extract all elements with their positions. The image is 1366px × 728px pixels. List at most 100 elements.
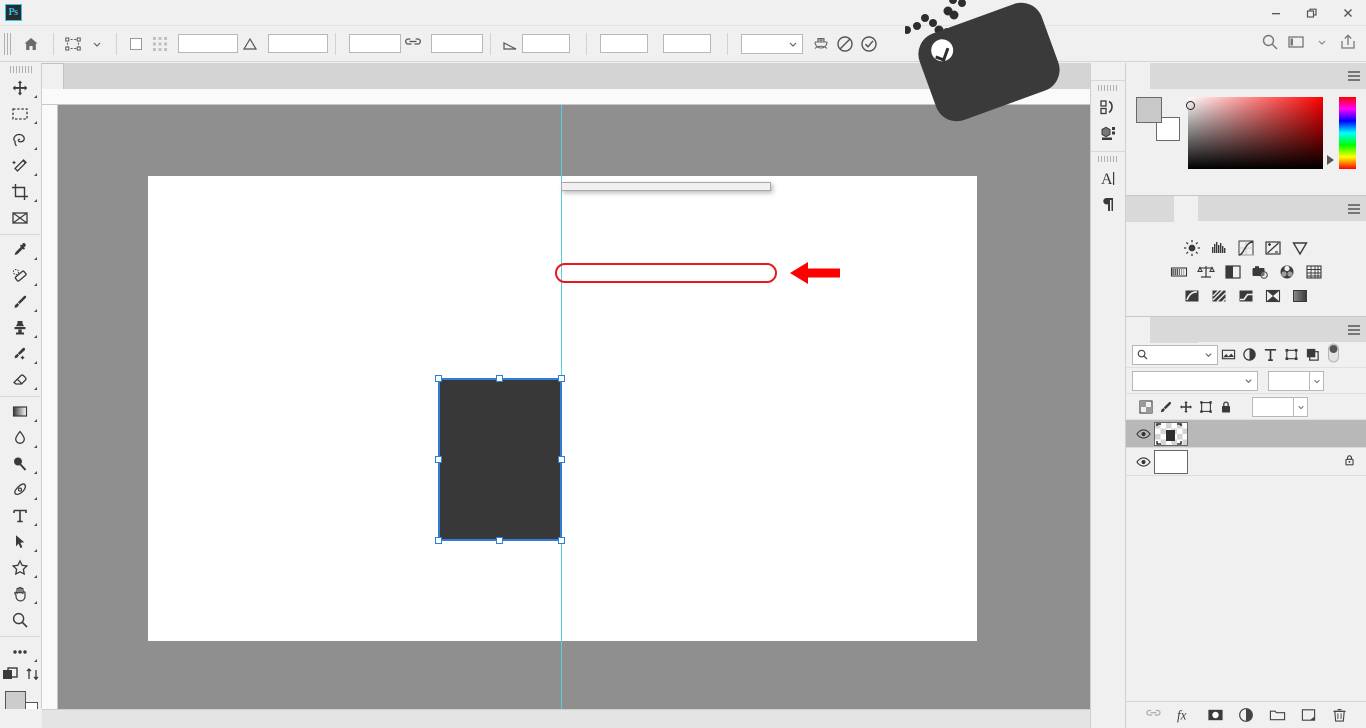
rectangular-marquee-tool[interactable] — [0, 101, 40, 127]
tab-layers[interactable] — [1126, 317, 1150, 343]
layer-visibility-icon[interactable] — [1132, 456, 1154, 468]
clone-stamp-tool[interactable] — [0, 315, 40, 341]
skew-v-field[interactable] — [663, 34, 711, 53]
layer-row-a[interactable] — [1126, 420, 1366, 448]
menu-type[interactable] — [114, 0, 134, 26]
tab-learn[interactable] — [1126, 196, 1150, 222]
lock-position-icon[interactable] — [1176, 397, 1196, 417]
menu-layer[interactable] — [94, 0, 114, 26]
dock-group-1-grip[interactable] — [1098, 85, 1118, 91]
lock-all-icon[interactable] — [1216, 397, 1236, 417]
color-panel-swatches[interactable] — [1136, 97, 1180, 141]
selective-color-icon[interactable] — [1290, 286, 1310, 306]
layer-thumbnail[interactable] — [1154, 421, 1188, 446]
relative-position-icon[interactable] — [238, 32, 262, 56]
lasso-tool[interactable] — [0, 127, 40, 153]
panel-menu-icon[interactable] — [1346, 196, 1362, 222]
dock-group-2-grip[interactable] — [1098, 156, 1118, 162]
vibrance-icon[interactable] — [1290, 238, 1310, 258]
handle-middle-right[interactable] — [558, 456, 565, 463]
menu-view[interactable] — [194, 0, 214, 26]
home-icon[interactable] — [16, 31, 46, 57]
levels-icon[interactable] — [1209, 238, 1229, 258]
hue-ramp-picker[interactable] — [1326, 155, 1334, 165]
exposure-icon[interactable] — [1263, 238, 1283, 258]
layer-style-icon[interactable]: fx — [1175, 706, 1193, 724]
document-canvas[interactable] — [148, 176, 977, 641]
menu-edit[interactable] — [54, 0, 74, 26]
options-bar-grip[interactable] — [4, 32, 13, 55]
handle-top-left[interactable] — [435, 375, 442, 382]
reference-point-checkbox[interactable] — [124, 32, 148, 56]
black-white-icon[interactable] — [1223, 262, 1243, 282]
handle-top-right[interactable] — [558, 375, 565, 382]
link-layers-icon[interactable] — [1144, 706, 1162, 724]
tab-adjustments[interactable] — [1174, 196, 1198, 222]
warp-toggle-icon[interactable] — [809, 32, 833, 56]
tools-panel-grip[interactable] — [9, 66, 32, 73]
x-field[interactable] — [178, 34, 238, 53]
crop-tool[interactable] — [0, 179, 40, 205]
angle-field[interactable] — [522, 34, 570, 53]
fill-chevron-down-icon[interactable] — [1294, 396, 1308, 417]
hue-ramp[interactable] — [1326, 97, 1357, 169]
handle-bottom-left[interactable] — [435, 537, 442, 544]
close-button[interactable] — [1330, 0, 1366, 26]
layer-mask-icon[interactable] — [1206, 706, 1224, 724]
tab-libraries[interactable] — [1150, 196, 1174, 222]
fill-field[interactable] — [1252, 396, 1294, 417]
quick-selection-tool[interactable] — [0, 153, 40, 179]
character-icon[interactable]: A — [1091, 165, 1125, 191]
layer-kind-filter[interactable] — [1132, 344, 1218, 365]
w-field[interactable] — [349, 34, 401, 53]
curves-icon[interactable] — [1236, 238, 1256, 258]
path-selection-tool[interactable] — [0, 529, 40, 555]
restore-button[interactable] — [1294, 0, 1330, 26]
shape-filter-icon[interactable] — [1281, 345, 1302, 365]
color-panel-foreground-swatch[interactable] — [1136, 97, 1162, 123]
screen-mode-icon[interactable] — [25, 667, 40, 685]
minimize-button[interactable] — [1258, 0, 1294, 26]
menu-select[interactable] — [134, 0, 154, 26]
color-balance-icon[interactable] — [1196, 262, 1216, 282]
transform-context-menu[interactable] — [561, 182, 771, 191]
zoom-tool[interactable] — [0, 607, 40, 633]
new-group-icon[interactable] — [1268, 706, 1286, 724]
dodge-tool[interactable] — [0, 451, 40, 477]
threshold-icon[interactable] — [1236, 286, 1256, 306]
channel-mixer-icon[interactable] — [1277, 262, 1297, 282]
handle-bottom-center[interactable] — [496, 537, 503, 544]
tab-swatches[interactable] — [1150, 63, 1174, 89]
commit-transform-icon[interactable] — [857, 32, 881, 56]
blend-mode-select[interactable] — [1132, 370, 1258, 391]
collapse-panels-icon[interactable] — [1091, 63, 1125, 80]
photo-filter-icon[interactable] — [1250, 262, 1270, 282]
tool-preset-chevron-down-icon[interactable] — [85, 32, 109, 56]
interpolation-select[interactable] — [741, 33, 803, 54]
skew-h-field[interactable] — [600, 34, 648, 53]
layer-row-background[interactable] — [1126, 448, 1366, 476]
y-field[interactable] — [268, 34, 328, 53]
workspace-icon[interactable] — [1284, 30, 1308, 54]
layer-visibility-icon[interactable] — [1132, 428, 1154, 440]
h-field[interactable] — [431, 34, 483, 53]
lock-transparency-icon[interactable] — [1136, 397, 1156, 417]
panel-menu-icon[interactable] — [1346, 317, 1362, 343]
opacity-chevron-down-icon[interactable] — [1310, 370, 1324, 391]
vertical-ruler[interactable] — [42, 105, 58, 728]
blur-tool[interactable] — [0, 425, 40, 451]
smart-object-filter-icon[interactable] — [1302, 345, 1323, 365]
lock-artboard-icon[interactable] — [1196, 397, 1216, 417]
transform-tool-icon[interactable] — [61, 32, 85, 56]
pixel-filter-icon[interactable] — [1218, 345, 1239, 365]
tab-color[interactable] — [1126, 63, 1150, 89]
link-icon[interactable] — [401, 32, 425, 56]
color-lookup-icon[interactable] — [1304, 262, 1324, 282]
paragraph-icon[interactable] — [1091, 191, 1125, 217]
color-field-picker[interactable] — [1185, 101, 1195, 110]
menu-image[interactable] — [74, 0, 94, 26]
gradient-tool[interactable] — [0, 396, 40, 425]
handle-middle-left[interactable] — [435, 456, 442, 463]
eraser-tool[interactable] — [0, 367, 40, 393]
brush-tool[interactable] — [0, 289, 40, 315]
